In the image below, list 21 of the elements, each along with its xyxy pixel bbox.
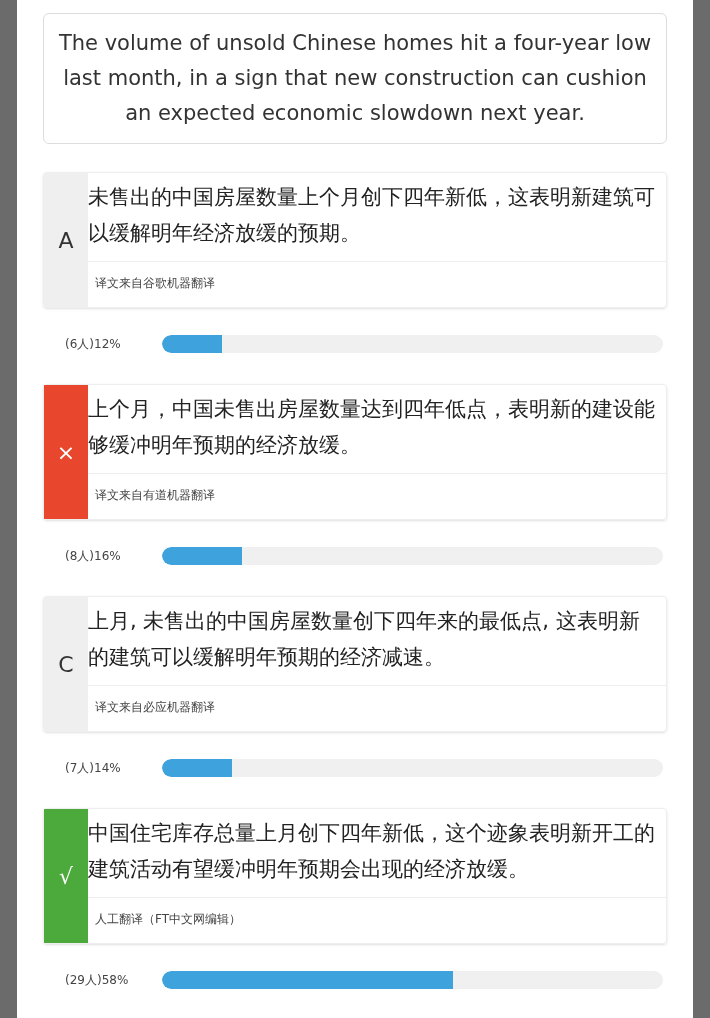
translation-source: 译文来自谷歌机器翻译: [88, 261, 666, 307]
answer-option-card[interactable]: A 未售出的中国房屋数量上个月创下四年新低，这表明新建筑可以缓解明年经济放缓的预期。 译文来自谷歌机器翻译: [43, 172, 667, 308]
question-text: The volume of unsold Chinese homes hit a four-year low last month, in a sign that new construction can cushion an expected economic slowdown next year.: [57, 30, 653, 127]
translation-text: 上月, 未售出的中国房屋数量创下四年来的最低点, 这表明新的建筑可以缓解明年预期的经济减速。: [88, 608, 641, 671]
answer-marker: ×: [44, 385, 88, 519]
translation-source: 人工翻译（FT中文网编辑）: [88, 897, 666, 943]
translation-text: 中国住宅库存总量上月创下四年新低，这个迹象表明新开工的建筑活动有望缓冲明年预期会出现的经济放缓。: [88, 820, 656, 883]
translation-text: 未售出的中国房屋数量上个月创下四年新低，这表明新建筑可以缓解明年经济放缓的预期。: [88, 184, 656, 247]
answer-option-card[interactable]: × 上个月，中国未售出房屋数量达到四年低点，表明新的建设能够缓冲明年预期的经济放缓。 译文来自有道机器翻译: [43, 384, 667, 520]
translation-source: 译文来自有道机器翻译: [88, 473, 666, 519]
answer-marker: C: [44, 597, 88, 731]
answer-option-card[interactable]: C 上月, 未售出的中国房屋数量创下四年来的最低点, 这表明新的建筑可以缓解明年预期的经济减速。 译文来自必应机器翻译: [43, 596, 667, 732]
translation-text: 上个月，中国未售出房屋数量达到四年低点，表明新的建设能够缓冲明年预期的经济放缓。: [88, 396, 656, 459]
answer-marker: √: [44, 809, 88, 943]
answer-option-card[interactable]: √ 中国住宅库存总量上月创下四年新低，这个迹象表明新开工的建筑活动有望缓冲明年预期会出现的经济放缓。 人工翻译（FT中文网编辑）: [43, 808, 667, 944]
vote-count: (6人)12%: [64, 336, 122, 353]
translation-source: 译文来自必应机器翻译: [88, 685, 666, 731]
answer-marker: A: [44, 173, 88, 307]
vote-count: (7人)14%: [64, 760, 122, 777]
vote-count: (8人)16%: [64, 548, 122, 565]
vote-count: (29人)58%: [64, 972, 130, 989]
